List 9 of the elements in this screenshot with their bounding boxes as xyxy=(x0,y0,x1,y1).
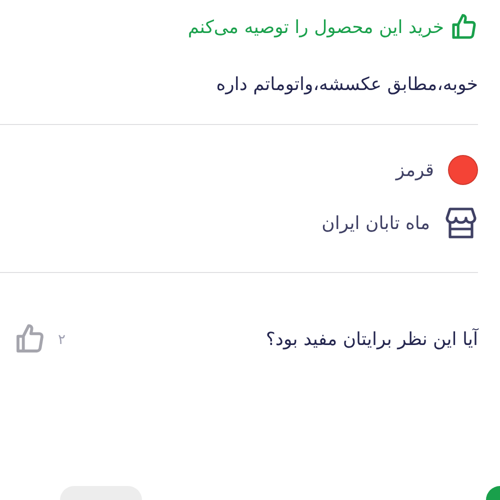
recommendation-text: خرید این محصول را توصیه می‌کنم xyxy=(188,16,444,38)
review-comment: خوبه،مطابق عکسشه،واتوماتم داره xyxy=(215,73,478,97)
thumbs-up-icon xyxy=(450,13,478,41)
color-name: قرمز xyxy=(396,160,434,180)
helpful-question: آیا این نظر برایتان مفید بود؟ xyxy=(266,328,478,350)
seller-name: ماه تابان ایران xyxy=(322,212,430,234)
like-button[interactable]: ۲ xyxy=(14,323,66,355)
thumbs-up-icon xyxy=(14,323,46,355)
shop-icon xyxy=(444,207,478,239)
